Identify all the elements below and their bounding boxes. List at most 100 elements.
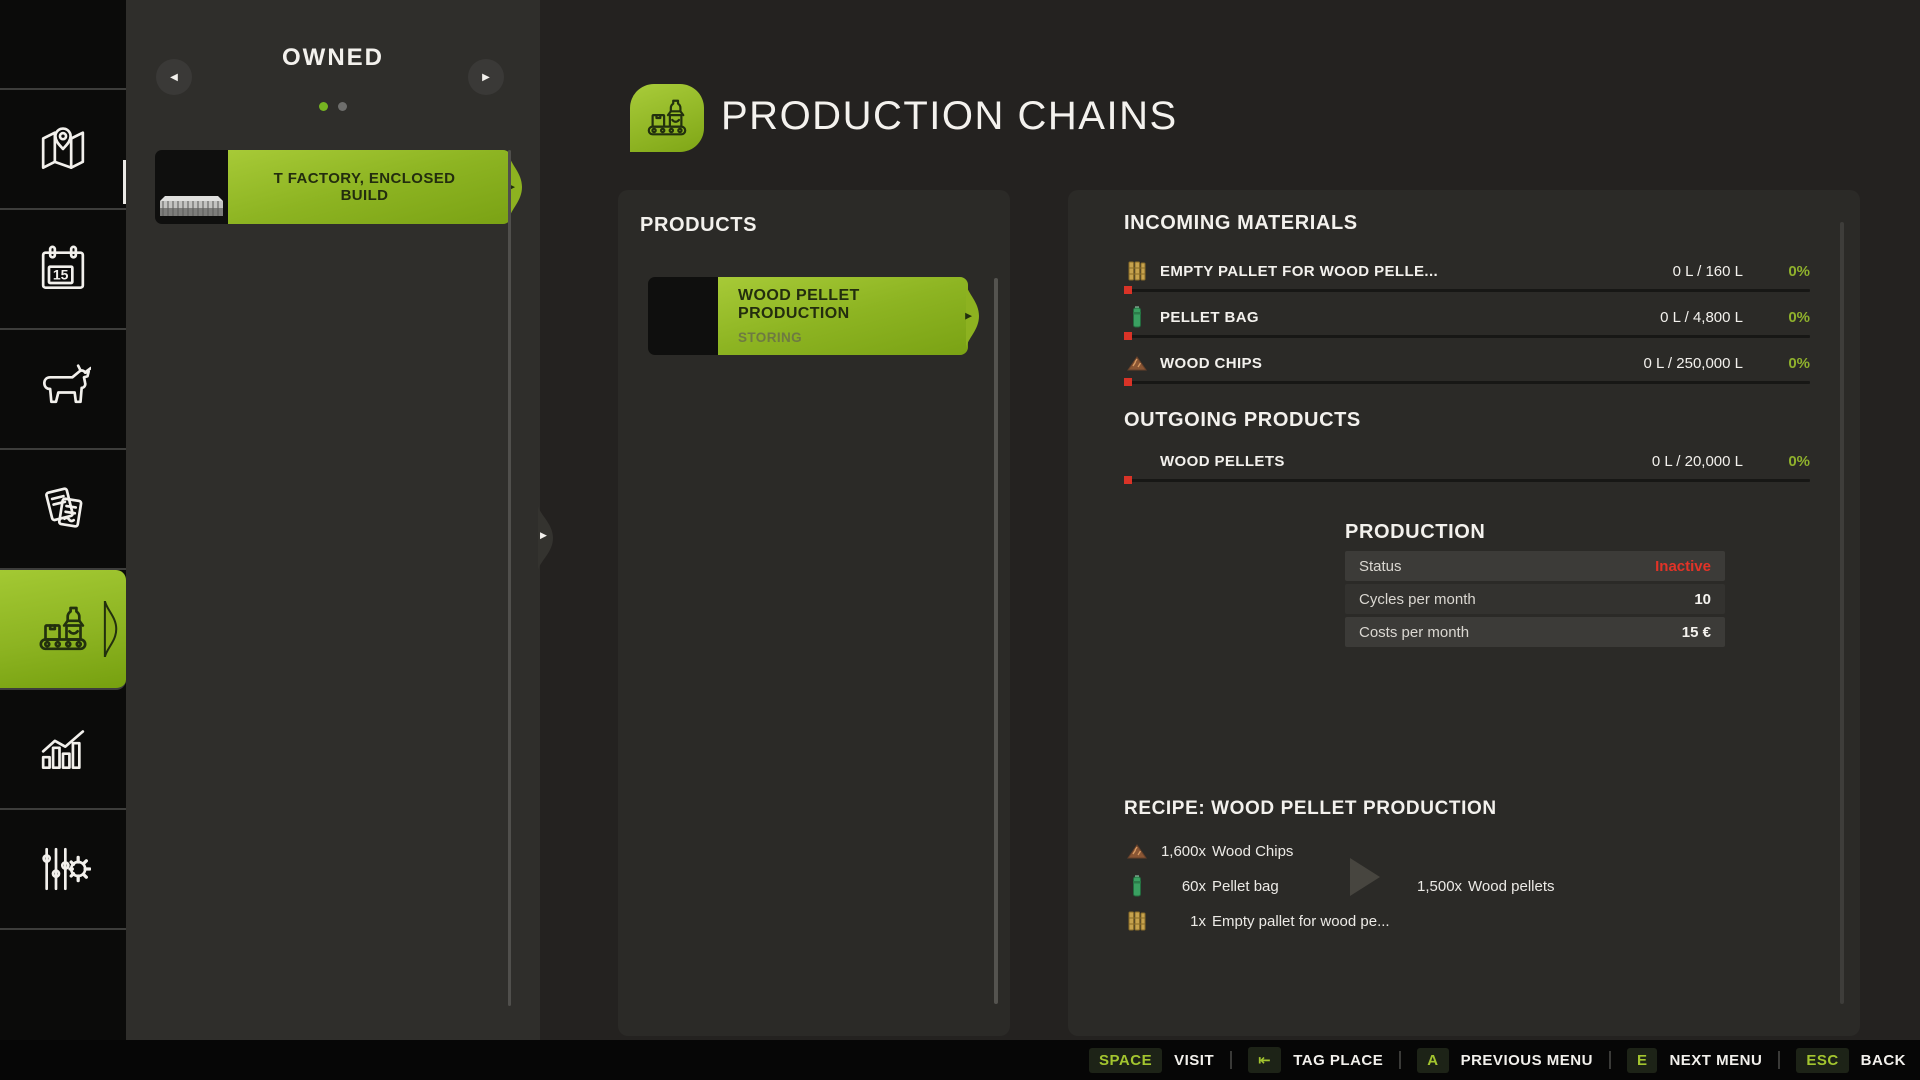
calendar-day-label: 15 xyxy=(53,267,69,283)
recipe-output-wood-pellets: 1,500x Wood pellets xyxy=(1417,871,1555,901)
pagination-dot-active xyxy=(319,102,328,111)
material-percent: 0% xyxy=(1788,354,1810,372)
recipe-name: Wood Chips xyxy=(1212,842,1294,860)
action-label: PREVIOUS MENU xyxy=(1460,1051,1593,1069)
sidebar-tab-production-chains[interactable]: ▶ xyxy=(0,570,135,690)
pallet-icon xyxy=(1124,910,1150,932)
pellet-bag-icon xyxy=(1124,306,1150,328)
page-title-icon-badge xyxy=(630,84,704,152)
key-badge-esc: ESC xyxy=(1796,1047,1849,1073)
recipe-arrow-icon xyxy=(1350,858,1380,896)
product-item-wood-pellet[interactable]: WOOD PELLET PRODUCTION STORING ▶ xyxy=(648,277,979,355)
divider xyxy=(1778,1051,1781,1069)
sidebar-tab-contracts[interactable] xyxy=(0,450,126,570)
status-value: Inactive xyxy=(1655,557,1711,575)
production-section-title: PRODUCTION xyxy=(1345,521,1486,543)
key-badge-a: A xyxy=(1417,1047,1449,1073)
factory-card-body: T FACTORY, ENCLOSED BUILD ▶ xyxy=(228,150,522,224)
contracts-icon xyxy=(45,487,83,528)
material-row-wood-chips[interactable]: WOOD CHIPS 0 L / 250,000 L 0% xyxy=(1124,348,1810,392)
action-label: NEXT MENU xyxy=(1669,1051,1763,1069)
material-progress-bar xyxy=(1124,476,1810,484)
sidebar-tab-calendar[interactable]: 15 xyxy=(0,210,126,330)
sidebar-tab-settings[interactable] xyxy=(0,810,126,930)
sidebar-tab-statistics[interactable] xyxy=(0,690,126,810)
progress-marker xyxy=(1124,332,1132,340)
material-amount: 0 L / 20,000 L xyxy=(1651,452,1743,470)
material-name: EMPTY PALLET FOR WOOD PELLE... xyxy=(1160,262,1439,280)
panel-expander-arrow-icon: ▶ xyxy=(540,530,547,540)
factory-name: T FACTORY, ENCLOSED BUILD xyxy=(273,170,456,204)
row-label: Status xyxy=(1359,557,1402,575)
progress-marker xyxy=(1124,378,1132,386)
owned-panel-title: OWNED xyxy=(282,44,384,71)
pellet-bag-icon xyxy=(1124,875,1150,897)
material-name: PELLET BAG xyxy=(1160,308,1260,326)
recipe-name: Wood pellets xyxy=(1468,877,1555,895)
cycles-value: 10 xyxy=(1694,590,1711,608)
key-badge-e: E xyxy=(1626,1047,1658,1073)
pagination-dot-inactive xyxy=(338,102,347,111)
calendar-icon: 15 xyxy=(41,245,85,290)
production-info-table: Status Inactive Cycles per month 10 Cost… xyxy=(1345,551,1725,650)
divider xyxy=(1608,1051,1611,1069)
recipe-input-empty-pallet: 1x Empty pallet for wood pe... xyxy=(1124,906,1390,936)
action-tag-place[interactable]: ⇤ TAG PLACE xyxy=(1248,1047,1383,1073)
recipe-input-wood-chips: 1,600x Wood Chips xyxy=(1124,836,1293,866)
factory-building-art xyxy=(160,196,223,216)
material-progress-bar xyxy=(1124,332,1810,340)
main-menu-sidebar: 15 xyxy=(0,0,135,1040)
recipe-qty: 1,500x xyxy=(1417,877,1463,895)
material-row-empty-pallet[interactable]: EMPTY PALLET FOR WOOD PELLE... 0 L / 160… xyxy=(1124,256,1810,300)
material-amount: 0 L / 4,800 L xyxy=(1660,308,1743,326)
action-label: BACK xyxy=(1860,1051,1906,1069)
costs-value: 15 € xyxy=(1681,623,1711,641)
wood-chips-icon xyxy=(1124,842,1150,860)
sidebar-spacer xyxy=(0,0,126,90)
recipe-section-title: RECIPE: WOOD PELLET PRODUCTION xyxy=(1124,798,1497,819)
detail-panel-scrollbar[interactable] xyxy=(1840,222,1844,1004)
incoming-materials-title: INCOMING MATERIALS xyxy=(1124,212,1358,234)
owned-panel-scrollbar[interactable] xyxy=(508,150,511,1006)
material-amount: 0 L / 250,000 L xyxy=(1643,354,1743,372)
material-percent: 0% xyxy=(1788,308,1810,326)
product-thumbnail xyxy=(648,277,718,355)
page-title: PRODUCTION CHAINS xyxy=(721,94,1178,138)
cow-icon xyxy=(42,364,91,404)
outgoing-products-title: OUTGOING PRODUCTS xyxy=(1124,409,1361,431)
key-badge-tab-icon: ⇤ xyxy=(1248,1047,1282,1073)
key-badge-space: SPACE xyxy=(1089,1047,1163,1073)
map-icon xyxy=(41,127,85,170)
recipe-name: Empty pallet for wood pe... xyxy=(1212,912,1390,930)
product-name: WOOD PELLET PRODUCTION xyxy=(738,287,860,322)
sidebar-tab-animals[interactable] xyxy=(0,330,126,450)
material-progress-bar xyxy=(1124,286,1810,294)
material-amount: 0 L / 160 L xyxy=(1672,262,1743,280)
material-name: WOOD PELLETS xyxy=(1160,452,1285,470)
products-panel-scrollbar[interactable] xyxy=(994,278,998,1004)
recipe-input-pellet-bag: 60x Pellet bag xyxy=(1124,871,1279,901)
owned-pagination-dots xyxy=(126,102,540,111)
material-percent: 0% xyxy=(1788,262,1810,280)
table-row-cycles: Cycles per month 10 xyxy=(1345,584,1725,614)
owned-page-prev-button[interactable]: ◀ xyxy=(156,59,192,95)
action-next-menu[interactable]: E NEXT MENU xyxy=(1626,1047,1763,1073)
owned-panel: OWNED ◀ ▶ T FACTORY, ENCLOSED BUILD ▶ xyxy=(126,0,540,1040)
owned-factory-item[interactable]: T FACTORY, ENCLOSED BUILD ▶ xyxy=(155,150,522,224)
recipe-qty: 1,600x xyxy=(1160,842,1206,860)
products-panel: PRODUCTS WOOD PELLET PRODUCTION STORING … xyxy=(618,190,1010,1036)
material-progress-bar xyxy=(1124,378,1810,386)
progress-marker xyxy=(1124,286,1132,294)
divider xyxy=(1230,1051,1233,1069)
pallet-icon xyxy=(1124,260,1150,282)
action-label: TAG PLACE xyxy=(1293,1051,1384,1069)
sidebar-tab-map[interactable] xyxy=(0,90,126,210)
factory-thumbnail xyxy=(155,150,228,224)
action-visit[interactable]: SPACE VISIT xyxy=(1089,1047,1214,1073)
owned-page-next-button[interactable]: ▶ xyxy=(468,59,504,95)
recipe-qty: 60x xyxy=(1181,877,1206,895)
action-previous-menu[interactable]: A PREVIOUS MENU xyxy=(1417,1047,1593,1073)
action-back[interactable]: ESC BACK xyxy=(1796,1047,1906,1073)
material-row-pellet-bag[interactable]: PELLET BAG 0 L / 4,800 L 0% xyxy=(1124,302,1810,346)
material-row-wood-pellets[interactable]: WOOD PELLETS 0 L / 20,000 L 0% xyxy=(1124,446,1810,490)
